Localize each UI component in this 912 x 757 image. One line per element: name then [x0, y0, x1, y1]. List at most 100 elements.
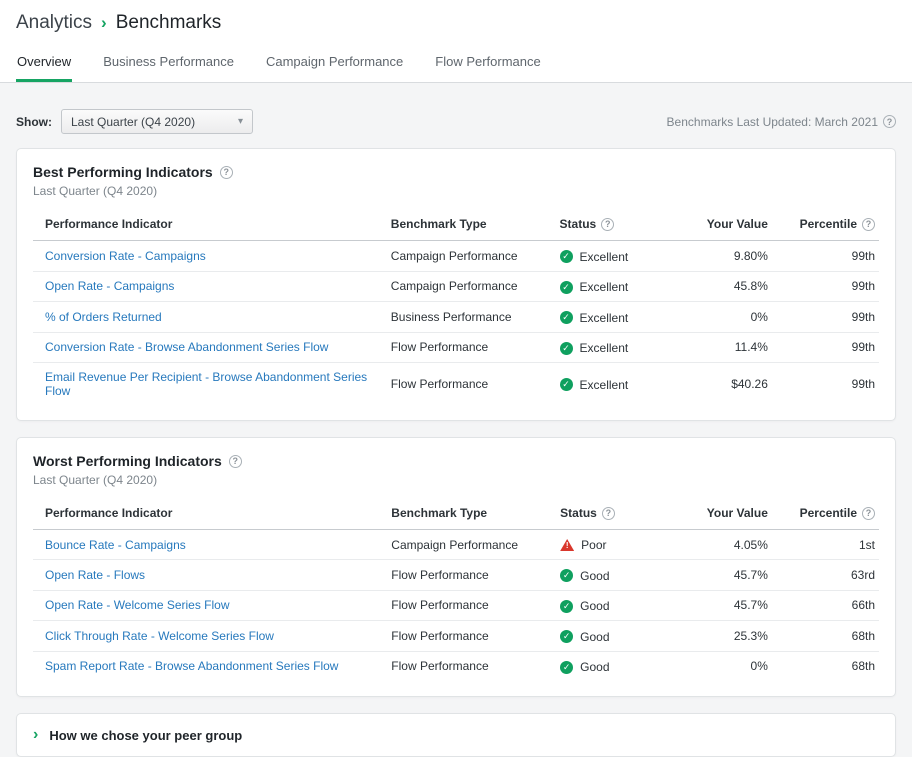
- status-cell: ! Poor: [548, 529, 662, 560]
- percentile-cell: 68th: [851, 659, 875, 674]
- benchmark-type-cell: Flow Performance: [379, 590, 549, 621]
- tab-business-performance[interactable]: Business Performance: [102, 46, 235, 82]
- tab-campaign-performance[interactable]: Campaign Performance: [265, 46, 404, 82]
- status-label: Excellent: [579, 310, 629, 325]
- status-badge: ✓ Excellent: [559, 250, 628, 264]
- indicator-link[interactable]: Open Rate - Flows: [45, 568, 145, 582]
- percentile-cell: 99th: [771, 301, 879, 333]
- status-label: Good: [580, 629, 610, 644]
- period-dropdown[interactable]: Last Quarter (Q4 2020) ▾: [61, 109, 253, 134]
- card-subtitle: Last Quarter (Q4 2020): [33, 473, 158, 487]
- peer-group-card[interactable]: › How we chose your peer group: [16, 713, 896, 757]
- status-label: Excellent: [579, 341, 629, 355]
- best-performing-table: Performance Indicator Benchmark Type Sta…: [33, 208, 879, 405]
- benchmark-type-cell: Campaign Performance: [379, 529, 549, 560]
- percentile-cell: 68th: [771, 620, 879, 652]
- indicator-cell: % of Orders Returned: [33, 301, 379, 333]
- indicator-cell: Open Rate - Flows: [33, 559, 380, 591]
- your-value-cell: 45.7%: [661, 590, 772, 621]
- status-label: Excellent: [579, 280, 629, 294]
- card-title: Best Performing Indicators: [33, 164, 213, 180]
- help-icon[interactable]: ?: [883, 115, 896, 128]
- chevron-right-icon: ›: [33, 726, 39, 743]
- status-label: Good: [580, 660, 610, 674]
- help-icon[interactable]: ?: [862, 506, 875, 520]
- percentile-cell: 99th: [771, 240, 879, 272]
- percentile-cell: 63rd: [771, 559, 879, 591]
- last-updated-text: Benchmarks Last Updated: March 2021: [666, 114, 878, 129]
- col-status: Status?: [547, 208, 662, 241]
- indicator-link[interactable]: Conversion Rate - Campaigns: [45, 249, 206, 263]
- check-circle-icon: ✓: [560, 660, 574, 674]
- indicator-cell: Open Rate - Campaigns: [33, 271, 379, 302]
- worst-performing-card: Worst Performing Indicators ? Last Quart…: [16, 437, 896, 697]
- tab-overview[interactable]: Overview: [16, 46, 73, 82]
- indicator-link[interactable]: Spam Report Rate - Browse Abandonment Se…: [45, 659, 338, 673]
- indicator-link[interactable]: Conversion Rate - Browse Abandonment Ser…: [45, 340, 328, 354]
- status-badge: ✓ Excellent: [559, 377, 629, 392]
- status-cell: ✓ Excellent: [547, 271, 662, 302]
- percentile-cell: 99th: [851, 377, 875, 391]
- table-header-row: Performance Indicator Benchmark Type Sta…: [33, 497, 879, 530]
- status-cell: ✓ Good: [548, 651, 662, 681]
- status-cell: ✓ Excellent: [547, 332, 662, 363]
- your-value-cell: 11.4%: [661, 332, 772, 363]
- status-badge: ✓ Good: [560, 569, 610, 583]
- benchmark-type-cell: Flow Performance: [390, 377, 489, 391]
- col-status: Status?: [548, 497, 662, 530]
- check-circle-icon: ✓: [559, 311, 573, 324]
- table-row: Email Revenue Per Recipient - Browse Aba…: [33, 363, 879, 406]
- indicator-link[interactable]: % of Orders Returned: [45, 310, 162, 324]
- tab-bar: Overview Business Performance Campaign P…: [16, 46, 896, 82]
- your-value-cell: 25.3%: [661, 620, 772, 652]
- table-row: Open Rate - Welcome Series Flow Flow Perf…: [33, 590, 879, 621]
- table-row: Conversion Rate - Browse Abandonment Ser…: [33, 332, 879, 363]
- percentile-cell: 66th: [771, 590, 879, 621]
- indicator-link[interactable]: Open Rate - Campaigns: [45, 279, 174, 293]
- status-badge: ✓ Excellent: [559, 280, 629, 294]
- help-icon[interactable]: ?: [601, 506, 615, 520]
- main-content: Show: Last Quarter (Q4 2020) ▾ Benchmark…: [0, 109, 912, 757]
- show-label: Show:: [16, 114, 52, 129]
- breadcrumb: Analytics › Benchmarks: [16, 12, 896, 34]
- status-label: Excellent: [579, 377, 629, 392]
- col-percentile: Percentile?: [771, 497, 879, 530]
- your-value-cell: 45.7%: [661, 559, 772, 591]
- check-circle-icon: ✓: [560, 569, 574, 582]
- your-value-cell: 0%: [750, 659, 768, 674]
- indicator-link[interactable]: Bounce Rate - Campaigns: [45, 538, 186, 552]
- your-value-cell: $40.26: [731, 377, 768, 391]
- table-row: Open Rate - Campaigns Campaign Performanc…: [33, 271, 879, 302]
- help-icon[interactable]: ?: [228, 454, 242, 468]
- status-cell: ✓ Good: [548, 559, 662, 591]
- help-icon[interactable]: ?: [862, 217, 875, 231]
- indicator-cell: Spam Report Rate - Browse Abandonment Se…: [33, 651, 379, 681]
- help-icon[interactable]: ?: [219, 165, 233, 179]
- your-value-cell: 4.05%: [661, 529, 772, 560]
- col-benchmark-type: Benchmark Type: [378, 208, 548, 241]
- period-dropdown-value: Last Quarter (Q4 2020): [71, 114, 196, 129]
- col-performance-indicator: Performance Indicator: [33, 208, 379, 241]
- best-performing-card: Best Performing Indicators ? Last Quarte…: [16, 148, 896, 421]
- indicator-link[interactable]: Email Revenue Per Recipient - Browse Aba…: [45, 370, 367, 398]
- indicator-cell: Bounce Rate - Campaigns: [33, 529, 380, 560]
- tab-flow-performance[interactable]: Flow Performance: [434, 46, 541, 82]
- col-your-value: Your Value: [661, 497, 772, 530]
- last-updated: Benchmarks Last Updated: March 2021 ?: [667, 115, 896, 129]
- help-icon[interactable]: ?: [601, 217, 615, 231]
- percentile-cell: 99th: [771, 332, 879, 363]
- chevron-down-icon: ▾: [237, 116, 243, 127]
- your-value-cell: 9.80%: [661, 240, 772, 272]
- benchmark-type-cell: Campaign Performance: [378, 271, 548, 302]
- indicator-link[interactable]: Open Rate - Welcome Series Flow: [45, 598, 230, 612]
- status-cell: ✓ Excellent: [547, 301, 662, 333]
- check-circle-icon: ✓: [559, 378, 573, 392]
- indicator-link[interactable]: Click Through Rate - Welcome Series Flow: [45, 629, 274, 643]
- percentile-cell: 99th: [771, 271, 879, 302]
- breadcrumb-analytics-link[interactable]: Analytics: [16, 12, 92, 34]
- status-label: Good: [580, 599, 610, 613]
- table-row: Conversion Rate - Campaigns Campaign Perf…: [33, 240, 879, 272]
- percentile-cell: 1st: [771, 529, 879, 560]
- page-header: Analytics › Benchmarks Overview Business…: [0, 0, 912, 83]
- benchmark-type-cell: Flow Performance: [379, 620, 549, 652]
